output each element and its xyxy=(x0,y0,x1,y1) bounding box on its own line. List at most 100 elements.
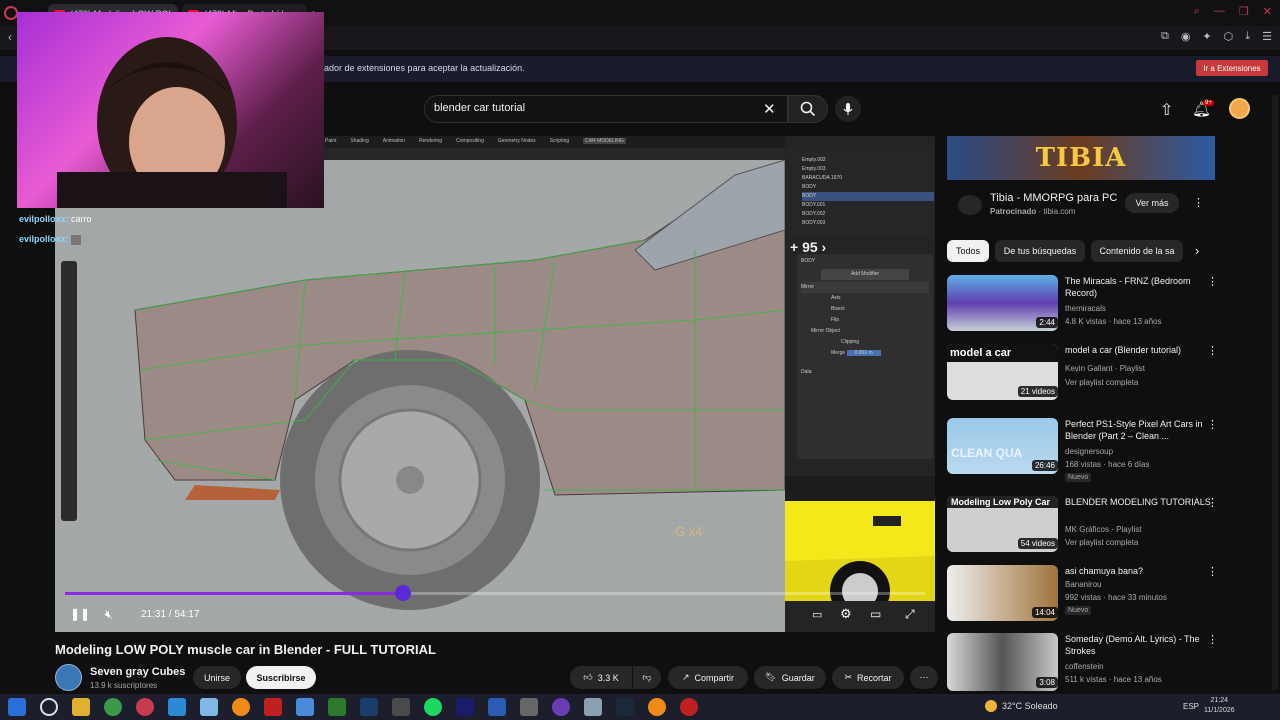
list-item[interactable]: CLEAN QUA 26:46 Perfect PS1-Style Pixel … xyxy=(947,418,1272,482)
video-player[interactable]: Paint Shading Animation Rendering Compos… xyxy=(55,136,935,632)
channel-avatar[interactable] xyxy=(55,664,82,691)
blender-viewport xyxy=(55,159,786,632)
close-window-icon[interactable]: ✕ xyxy=(1263,5,1272,18)
voice-search-button[interactable] xyxy=(835,96,861,122)
progress-fill xyxy=(65,592,400,595)
vpn-icon[interactable]: ◉ xyxy=(1181,30,1191,43)
blender-icon[interactable] xyxy=(232,698,250,716)
chat-message: evilpolloxx: xyxy=(19,234,82,245)
like-button[interactable]: 👍︎ 3.3 K xyxy=(570,666,632,689)
chip-related[interactable]: Contenido de la sa xyxy=(1091,240,1183,262)
ad-logo-icon xyxy=(958,195,982,215)
join-button[interactable]: Unirse xyxy=(193,666,241,689)
theater-mode-icon[interactable]: ▭ xyxy=(870,607,881,621)
video-thumbnail: 3:08 xyxy=(947,633,1058,691)
subtitles-icon[interactable]: ▭ xyxy=(812,608,822,621)
clip-button[interactable]: ✂ Recortar xyxy=(832,666,904,689)
more-vertical-icon[interactable]: ⋮ xyxy=(1207,275,1218,288)
more-vertical-icon[interactable]: ⋮ xyxy=(1207,565,1218,578)
recommendation-title: BLENDER MODELING TUTORIALS xyxy=(1065,497,1211,507)
dislike-button[interactable]: 👎︎ xyxy=(633,666,661,689)
app-icon[interactable] xyxy=(328,698,346,716)
system-clock[interactable]: 21:24 11/1/2026 xyxy=(1204,696,1235,716)
more-actions-button[interactable]: ⋯ xyxy=(910,666,938,689)
app-icon[interactable] xyxy=(392,698,410,716)
list-item[interactable]: Modeling Low Poly Car 54 videos BLENDER … xyxy=(947,496,1272,556)
file-explorer-icon[interactable] xyxy=(72,698,90,716)
blender-workspace-tabs: Paint Shading Animation Rendering Compos… xyxy=(325,138,626,144)
back-icon[interactable]: ‹ xyxy=(8,30,12,44)
ad-banner[interactable]: TIBIA xyxy=(947,136,1215,180)
app-icon[interactable] xyxy=(296,698,314,716)
more-vertical-icon[interactable]: ⋮ xyxy=(1207,344,1218,357)
opera-icon[interactable] xyxy=(136,698,154,716)
list-item[interactable]: 3:08 Someday (Demo Alt. Lyrics) - The St… xyxy=(947,633,1272,693)
app-icon[interactable] xyxy=(200,698,218,716)
ad-more-icon[interactable]: ⋮ xyxy=(1193,196,1204,209)
translate-icon[interactable]: ⧉ xyxy=(1161,30,1169,43)
scrollbar[interactable] xyxy=(1272,95,1278,690)
go-to-extensions-button[interactable]: Ir a Extensiones xyxy=(1196,60,1268,76)
after-effects-icon[interactable] xyxy=(456,698,474,716)
download-icon[interactable]: ⤓ xyxy=(1245,30,1250,43)
save-button[interactable]: 🔖︎ Guardar xyxy=(754,666,826,689)
edge-icon[interactable] xyxy=(168,698,186,716)
list-item[interactable]: 14:04 asi chamuya bana? Bananirou 992 vi… xyxy=(947,565,1272,625)
channel-name[interactable]: Seven gray Cubes xyxy=(90,666,185,678)
chrome-icon[interactable] xyxy=(104,698,122,716)
extension-icons: ⧉ ◉ ✦ ⬡ ⤓ ☰ xyxy=(1161,30,1272,43)
yellow-car-reference xyxy=(785,501,935,621)
more-vertical-icon[interactable]: ⋮ xyxy=(1207,496,1218,509)
opera-logo-icon[interactable] xyxy=(4,6,18,20)
menu-icon[interactable]: ☰ xyxy=(1262,30,1272,43)
account-avatar[interactable] xyxy=(1229,98,1250,119)
progress-scrubber[interactable] xyxy=(395,585,411,601)
restore-icon[interactable]: ❐ xyxy=(1239,5,1249,18)
snapshot-icon[interactable]: ⬡ xyxy=(1224,30,1234,43)
end-screen-more[interactable]: + 95 › xyxy=(790,239,826,255)
language-indicator[interactable]: ESP xyxy=(1183,702,1199,711)
playlist-thumbnail: model a car 21 videos xyxy=(947,344,1058,400)
extensions-icon[interactable]: ✦ xyxy=(1202,30,1211,43)
weather-widget[interactable]: 32°C Soleado xyxy=(1002,701,1058,711)
subscribe-button[interactable]: Suscribirse xyxy=(246,666,316,689)
word-icon[interactable] xyxy=(488,698,506,716)
spotify-icon[interactable] xyxy=(424,698,442,716)
ad-see-more-button[interactable]: Ver más xyxy=(1125,193,1179,213)
share-icon: ↗ xyxy=(681,672,690,682)
app-icon[interactable] xyxy=(584,698,602,716)
more-vertical-icon[interactable]: ⋮ xyxy=(1207,418,1218,431)
car-mesh-illustration xyxy=(55,159,786,632)
settings-gear-icon[interactable]: ⚙ xyxy=(840,606,852,622)
settings-icon[interactable] xyxy=(520,698,538,716)
more-vertical-icon[interactable]: ⋮ xyxy=(1207,633,1218,646)
clear-search-icon[interactable]: ✕ xyxy=(763,100,776,118)
search-button[interactable] xyxy=(788,95,828,123)
windows-start-icon[interactable] xyxy=(8,698,26,716)
pause-icon[interactable]: ❚❚ xyxy=(70,607,90,621)
steam-icon[interactable] xyxy=(616,698,634,716)
app-icon[interactable] xyxy=(360,698,378,716)
bookmark-icon: 🔖︎ xyxy=(765,672,777,682)
app-icon[interactable] xyxy=(552,698,570,716)
ad-title[interactable]: Tibia - MMORPG para PC xyxy=(990,192,1117,204)
minimize-icon[interactable]: — xyxy=(1214,5,1225,18)
chip-from-searches[interactable]: De tus búsquedas xyxy=(995,240,1085,262)
yellow-car-illustration xyxy=(785,501,935,621)
thumbs-down-icon: 👎︎ xyxy=(642,672,652,682)
chevron-right-icon[interactable]: › xyxy=(1195,243,1199,258)
search-icon[interactable] xyxy=(40,698,58,716)
mute-icon[interactable]: 🔇︎ xyxy=(105,607,113,622)
app-icon[interactable] xyxy=(680,698,698,716)
app-icon[interactable] xyxy=(264,698,282,716)
share-button[interactable]: ↗ Compartir xyxy=(668,666,748,689)
thumbs-up-icon: 👍︎ xyxy=(583,672,593,682)
ad-banner-logo: TIBIA xyxy=(1035,143,1127,173)
list-item[interactable]: 2:44 The Miracals - FRNZ (Bedroom Record… xyxy=(947,275,1272,335)
upload-icon[interactable]: ⇧ xyxy=(1160,100,1173,120)
chip-all[interactable]: Todos xyxy=(947,240,989,262)
fullscreen-icon[interactable]: ⤢ xyxy=(905,607,915,622)
search-tabs-icon[interactable]: ⌕ xyxy=(1194,5,1200,18)
list-item[interactable]: model a car 21 videos model a car (Blend… xyxy=(947,344,1272,404)
app-icon[interactable] xyxy=(648,698,666,716)
